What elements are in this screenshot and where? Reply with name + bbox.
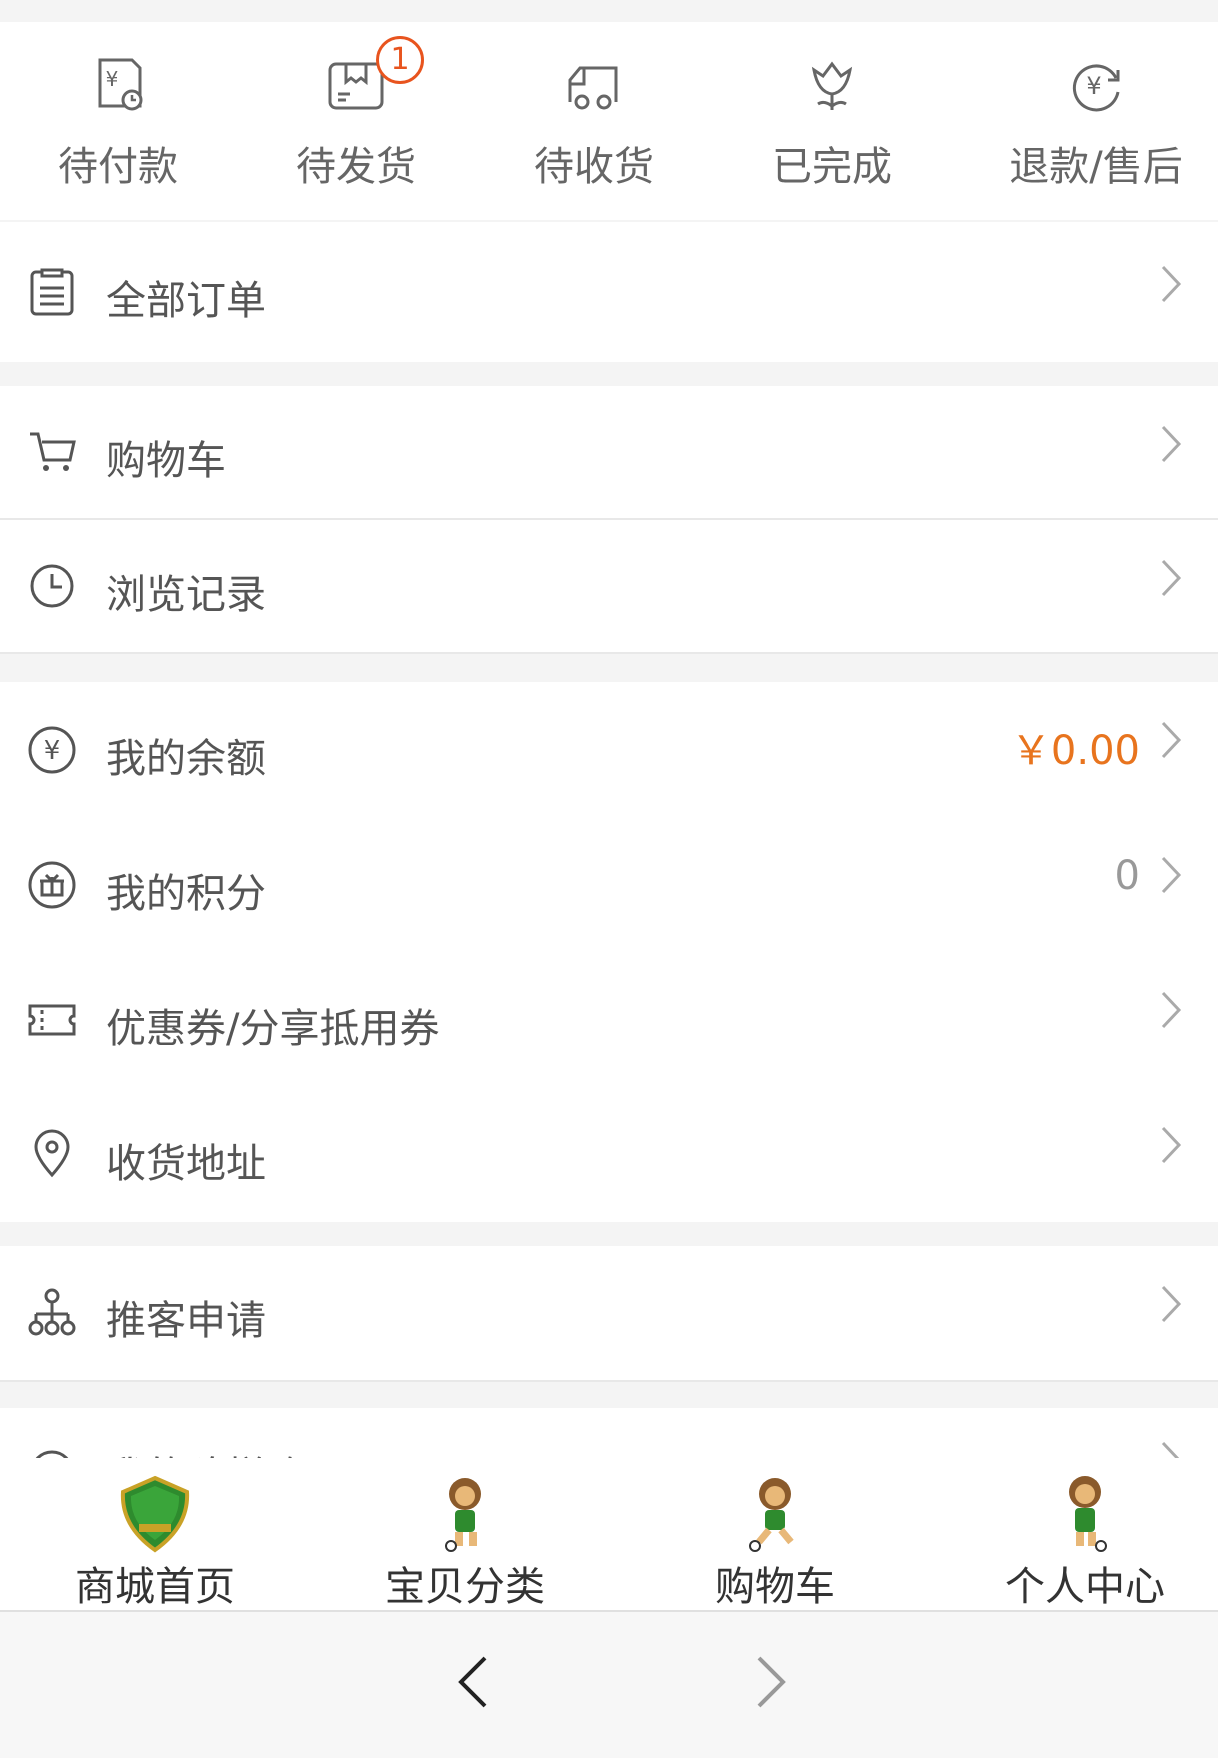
menu-label: 收货地址	[106, 1141, 266, 1187]
order-status-label: 待收货	[534, 144, 654, 190]
menu-row-referral[interactable]: 推客申请	[0, 1246, 1218, 1380]
menu-row-history[interactable]: 浏览记录	[0, 520, 1218, 652]
gift-icon	[28, 861, 76, 909]
delivery-truck-icon	[568, 66, 618, 110]
top-spacer	[0, 0, 1218, 22]
tab-categories[interactable]: 宝贝分类	[315, 1458, 615, 1610]
menu-label: 我的余额	[106, 736, 266, 782]
order-status-completed[interactable]: 已完成	[732, 22, 932, 220]
svg-text:¥: ¥	[106, 67, 119, 91]
order-status-label: 已完成	[772, 144, 892, 190]
chevron-right-icon	[1161, 1126, 1182, 1164]
account-section: ¥ 我的余额 ￥0.00 我的积分 0 优惠券/分享抵用券 收货地址	[0, 682, 1218, 1222]
lion-mascot-icon	[445, 1478, 481, 1552]
lion-mascot-icon	[749, 1478, 794, 1552]
points-value: 0	[1114, 853, 1140, 899]
tab-home[interactable]: 商城首页	[5, 1458, 305, 1610]
tab-label: 个人中心	[1005, 1564, 1165, 1610]
svg-text:¥: ¥	[1086, 72, 1101, 100]
chevron-right-icon	[1161, 1285, 1182, 1323]
order-status-pending-receipt[interactable]: 待收货	[494, 22, 694, 220]
menu-row-all-orders[interactable]: 全部订单	[0, 222, 1218, 362]
coupon-ticket-icon	[28, 1004, 76, 1036]
chevron-right-icon	[1161, 265, 1182, 303]
divider	[0, 1380, 1218, 1382]
chevron-right-icon	[1161, 721, 1182, 759]
completed-flower-icon	[811, 61, 853, 110]
tab-label: 宝贝分类	[385, 1564, 545, 1610]
tab-label: 购物车	[715, 1564, 835, 1610]
menu-label: 购物车	[106, 438, 226, 484]
back-arrow-icon[interactable]	[455, 1654, 489, 1710]
payment-pending-icon: ¥	[98, 58, 143, 111]
tab-profile[interactable]: 个人中心	[935, 1458, 1218, 1610]
chevron-right-icon	[1161, 856, 1182, 894]
cart-icon	[30, 432, 76, 471]
order-status-pending-shipment[interactable]: 1 待发货	[256, 22, 456, 220]
forward-arrow-icon[interactable]	[755, 1654, 789, 1710]
order-status-pending-payment[interactable]: ¥ 待付款	[18, 22, 218, 220]
chevron-right-icon	[1161, 559, 1182, 597]
clock-icon	[30, 564, 74, 608]
balance-value: ￥0.00	[1010, 728, 1140, 774]
order-status-label: 退款/售后	[1009, 144, 1183, 190]
tab-label: 商城首页	[75, 1564, 235, 1610]
tab-cart[interactable]: 购物车	[625, 1458, 925, 1610]
order-status-bar: ¥ 待付款 1 待发货 待收货 已完成 ¥ 退款/售后	[0, 22, 1218, 220]
menu-label: 全部订单	[106, 278, 266, 324]
order-status-label: 待发货	[296, 144, 416, 190]
menu-row-coupons[interactable]: 优惠券/分享抵用券	[0, 952, 1218, 1087]
browser-nav-bar	[0, 1610, 1218, 1758]
club-crest-logo	[120, 1475, 190, 1553]
clipboard-list-icon	[30, 268, 74, 316]
menu-label: 浏览记录	[106, 572, 266, 618]
pending-shipment-badge: 1	[376, 36, 424, 84]
chevron-right-icon	[1161, 425, 1182, 463]
menu-label: 推客申请	[106, 1298, 266, 1344]
menu-row-points[interactable]: 我的积分 0	[0, 817, 1218, 952]
menu-row-cart[interactable]: 购物车	[0, 386, 1218, 518]
network-tree-icon	[28, 1288, 76, 1336]
order-status-refund[interactable]: ¥ 退款/售后	[996, 22, 1196, 220]
divider	[0, 652, 1218, 654]
bottom-tab-bar: 商城首页 宝贝分类 购物车 个人中心	[0, 1458, 1218, 1610]
order-status-label: 待付款	[58, 144, 178, 190]
menu-row-address[interactable]: 收货地址	[0, 1087, 1218, 1222]
menu-row-balance[interactable]: ¥ 我的余额 ￥0.00	[0, 682, 1218, 817]
refund-icon: ¥	[1072, 64, 1120, 112]
svg-text:¥: ¥	[44, 736, 61, 766]
yuan-coin-icon: ¥	[28, 726, 76, 774]
chevron-right-icon	[1161, 991, 1182, 1029]
menu-label: 优惠券/分享抵用券	[106, 1006, 440, 1052]
location-pin-icon	[34, 1129, 70, 1178]
lion-mascot-icon	[1069, 1476, 1107, 1552]
menu-label: 我的积分	[106, 871, 266, 917]
